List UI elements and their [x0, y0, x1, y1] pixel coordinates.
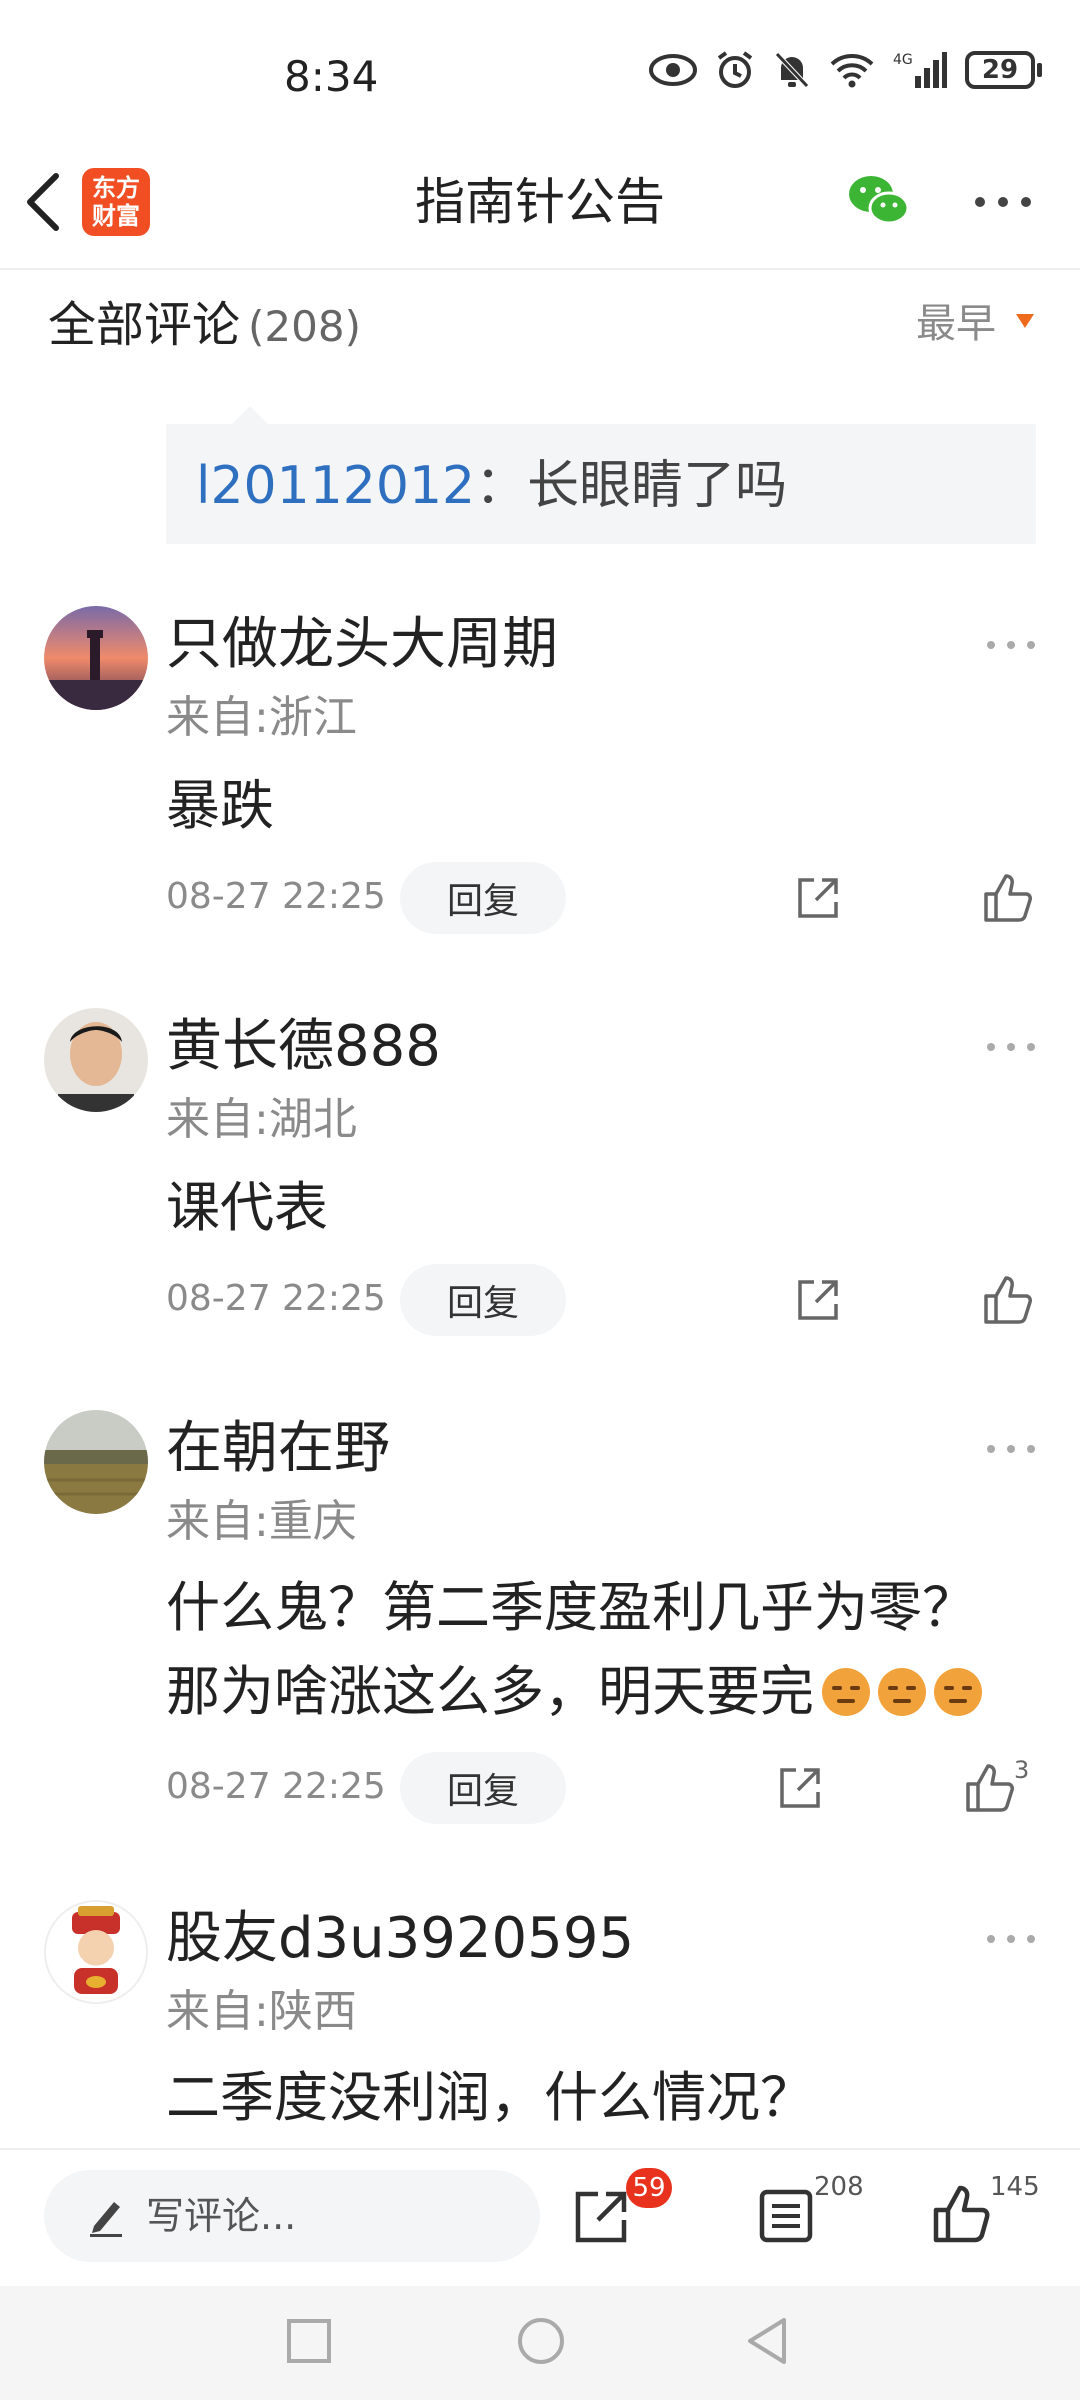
comment-location: 来自:陕西: [166, 1986, 357, 2037]
comments-icon[interactable]: [756, 2186, 816, 2246]
comment-location: 来自:重庆: [166, 1496, 357, 1547]
nav-divider: [0, 268, 1080, 270]
sort-selector[interactable]: 最早: [916, 296, 996, 352]
comment-more-icon[interactable]: [986, 1042, 1036, 1052]
like-count: 145: [990, 2172, 1040, 2202]
comment-more-icon[interactable]: [986, 1934, 1036, 1944]
comment-time: 08-27 22:25: [166, 1278, 386, 1319]
comment-total: (208): [248, 302, 361, 351]
comment-text[interactable]: 什么鬼？第二季度盈利几乎为零？ 那为啥涨这么多，明天要完: [166, 1566, 1046, 1734]
comment-more-icon[interactable]: [986, 640, 1036, 650]
avatar[interactable]: [44, 1008, 148, 1112]
comment-text[interactable]: 二季度没利润，什么情况？: [166, 2056, 1046, 2140]
comment-author[interactable]: 在朝在野: [166, 1414, 390, 1484]
comment-text-line: 那为啥涨这么多，明天要完: [166, 1650, 1046, 1734]
sweat-emoji-icon: [822, 1668, 870, 1716]
comment-more-icon[interactable]: [986, 1444, 1036, 1454]
comment-time: 08-27 22:25: [166, 876, 386, 917]
comment-time: 08-27 22:25: [166, 1766, 386, 1807]
quoted-content: ：长眼睛了吗: [475, 456, 788, 516]
comment-location: 来自:浙江: [166, 692, 357, 743]
quoted-user-link[interactable]: l20112012: [196, 456, 475, 516]
quoted-reply-text: l20112012：长眼睛了吗: [196, 456, 787, 516]
recents-icon[interactable]: [286, 2318, 332, 2364]
share-icon[interactable]: [572, 2186, 632, 2246]
comment-text-line2: 那为啥涨这么多，明天要完: [166, 1660, 814, 1723]
reply-button[interactable]: 回复: [400, 1752, 566, 1824]
write-comment-placeholder[interactable]: 写评论...: [146, 2190, 296, 2242]
share-icon[interactable]: [776, 1764, 824, 1812]
share-icon[interactable]: [794, 1276, 842, 1324]
avatar[interactable]: [44, 1410, 148, 1514]
status-time: 8:34: [284, 52, 379, 101]
home-icon[interactable]: [516, 2316, 566, 2366]
all-comments-header: 全部评论 (208): [48, 294, 361, 358]
svg-text:4G: 4G: [893, 52, 913, 68]
like-icon[interactable]: [932, 2184, 992, 2244]
quote-notch: [232, 406, 268, 424]
status-icons: 4G 29: [649, 50, 1042, 90]
bottom-divider: [0, 2148, 1080, 2150]
eye-icon: [649, 54, 697, 86]
comment-text[interactable]: 课代表: [166, 1166, 1046, 1250]
comment-author[interactable]: 只做龙头大周期: [166, 610, 558, 680]
battery-tip: [1037, 63, 1042, 77]
comment-location: 来自:湖北: [166, 1094, 357, 1145]
comment-text-line: 什么鬼？第二季度盈利几乎为零？: [166, 1576, 976, 1639]
avatar[interactable]: [44, 606, 148, 710]
all-comments-label: 全部评论: [48, 297, 241, 353]
share-badge: 59: [626, 2168, 672, 2208]
page-title: 指南针公告: [415, 173, 665, 231]
mute-bell-icon: [775, 52, 809, 88]
like-icon[interactable]: [982, 872, 1034, 924]
comment-author[interactable]: 股友d3u3920595: [166, 1904, 634, 1974]
like-icon[interactable]: [982, 1274, 1034, 1326]
signal-4g-icon: 4G: [893, 52, 947, 88]
wechat-icon[interactable]: [846, 172, 910, 228]
reply-button[interactable]: 回复: [400, 1264, 566, 1336]
alarm-icon: [717, 51, 753, 88]
comment-text[interactable]: 暴跌: [166, 764, 1046, 848]
share-icon[interactable]: [794, 874, 842, 922]
battery-indicator: 29: [965, 51, 1035, 89]
sort-dropdown-icon[interactable]: [1016, 314, 1034, 328]
comment-count: 208: [814, 2172, 864, 2202]
comment-author[interactable]: 黄长德888: [166, 1012, 441, 1082]
like-count: 3: [1014, 1756, 1030, 1784]
back-nav-icon[interactable]: [744, 2316, 790, 2366]
pen-icon: [90, 2202, 122, 2237]
sweat-emoji-icon: [878, 1668, 926, 1716]
sweat-emoji-icon: [934, 1668, 982, 1716]
wifi-icon: [830, 54, 874, 88]
like-icon[interactable]: [964, 1762, 1016, 1814]
avatar[interactable]: [44, 1900, 148, 2004]
reply-button[interactable]: 回复: [400, 862, 566, 934]
more-icon[interactable]: [974, 196, 1032, 208]
